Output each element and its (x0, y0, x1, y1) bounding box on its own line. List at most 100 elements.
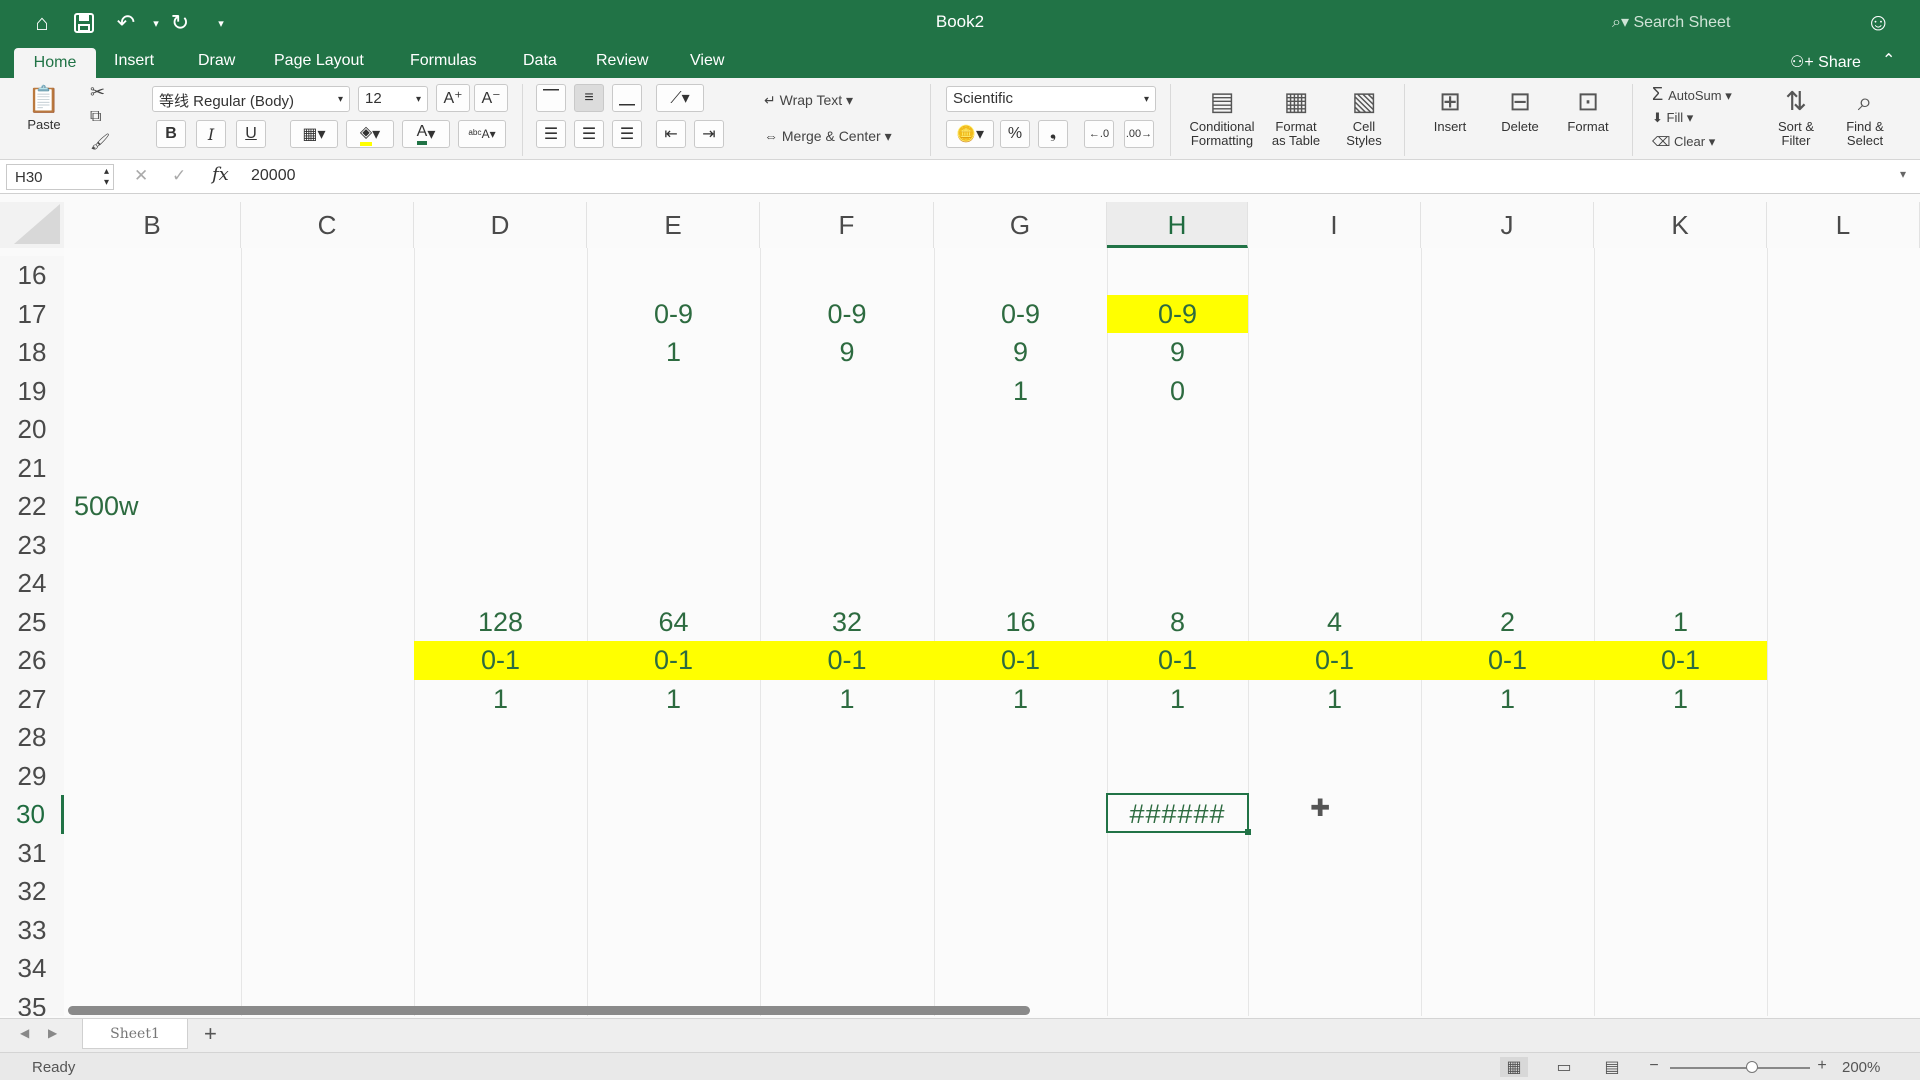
font-name-select[interactable]: 等线 Regular (Body) ▾ (152, 86, 350, 112)
cell-h27[interactable]: 1 (1107, 680, 1248, 719)
prev-sheet-icon[interactable]: ◀ (20, 1026, 29, 1040)
row-header[interactable]: 31 (0, 833, 64, 872)
cell-f17[interactable]: 0-9 (760, 295, 934, 334)
cell-e17[interactable]: 0-9 (587, 295, 760, 334)
expand-formula-bar-icon[interactable]: ▾ (1900, 167, 1906, 181)
format-as-table-button[interactable]: ▦ Format as Table (1264, 86, 1328, 148)
tab-formulas[interactable]: Formulas (410, 52, 477, 70)
format-painter-icon[interactable]: 🖌 (90, 132, 110, 152)
clear-button[interactable]: ⌫ Clear ▾ (1652, 134, 1715, 150)
cell-d25[interactable]: 128 (414, 603, 587, 642)
confirm-edit-icon[interactable]: ✓ (172, 166, 186, 186)
cell-g17[interactable]: 0-9 (934, 295, 1107, 334)
page-break-view-icon[interactable]: ▤ (1598, 1057, 1626, 1077)
cut-icon[interactable]: ✂ (90, 82, 105, 103)
column-header-k[interactable]: K (1594, 202, 1767, 248)
cell-g25[interactable]: 16 (934, 603, 1107, 642)
font-size-select[interactable]: 12 ▾ (358, 86, 428, 112)
fill-button[interactable]: ⬇ Fill ▾ (1652, 110, 1693, 126)
merge-center-button[interactable]: ⇔ Merge & Center ▾ (764, 128, 892, 145)
row-header[interactable]: 29 (0, 756, 64, 795)
collapse-ribbon-icon[interactable]: ⌃ (1882, 50, 1895, 70)
cell-i27[interactable]: 1 (1248, 680, 1421, 719)
tab-insert[interactable]: Insert (114, 52, 154, 70)
accounting-format-icon[interactable]: 🪙▾ (946, 120, 994, 148)
cell-i26[interactable]: 0-1 (1248, 641, 1421, 680)
align-center-icon[interactable]: ☰ (574, 120, 604, 148)
row-header[interactable]: 19 (0, 371, 64, 410)
column-header-b[interactable]: B (64, 202, 241, 248)
align-right-icon[interactable]: ☰ (612, 120, 642, 148)
column-header-e[interactable]: E (587, 202, 760, 248)
cell-k27[interactable]: 1 (1594, 680, 1767, 719)
decrease-decimal-icon[interactable]: .00→ (1124, 120, 1154, 148)
page-layout-view-icon[interactable]: ▭ (1550, 1057, 1578, 1077)
cell-b22[interactable]: 500w (64, 487, 241, 526)
decrease-indent-icon[interactable]: ⇤ (656, 120, 686, 148)
cell-e26[interactable]: 0-1 (587, 641, 760, 680)
sort-filter-button[interactable]: ⇅ Sort & Filter (1766, 86, 1826, 148)
row-header[interactable]: 17 (0, 294, 64, 333)
cell-g18[interactable]: 9 (934, 333, 1107, 372)
cell-h19[interactable]: 0 (1107, 372, 1248, 411)
number-format-select[interactable]: Scientific ▾ (946, 86, 1156, 112)
row-header[interactable]: 22 (0, 487, 64, 526)
cancel-edit-icon[interactable]: ✕ (134, 166, 148, 186)
zoom-level[interactable]: 200% (1842, 1059, 1880, 1076)
cell-h18[interactable]: 9 (1107, 333, 1248, 372)
row-header[interactable]: 20 (0, 410, 64, 449)
insert-cells-button[interactable]: ⊞ Insert (1416, 86, 1484, 134)
cell-j25[interactable]: 2 (1421, 603, 1594, 642)
cell-f27[interactable]: 1 (760, 680, 934, 719)
cell-f26[interactable]: 0-1 (760, 641, 934, 680)
paste-button[interactable]: 📋 Paste (16, 84, 72, 132)
cell-k25[interactable]: 1 (1594, 603, 1767, 642)
column-header-h[interactable]: H (1107, 202, 1248, 248)
cell-f25[interactable]: 32 (760, 603, 934, 642)
cell-k26[interactable]: 0-1 (1594, 641, 1767, 680)
cell-h17[interactable]: 0-9 (1107, 294, 1248, 333)
tab-data[interactable]: Data (523, 52, 557, 70)
cell-h26[interactable]: 0-1 (1107, 641, 1248, 680)
decrease-font-icon[interactable]: A⁻ (474, 84, 508, 112)
autosum-button[interactable]: Σ AutoSum ▾ (1652, 84, 1732, 105)
align-middle-icon[interactable]: ≡ (574, 84, 604, 112)
share-button[interactable]: ⚇+ Share (1790, 52, 1861, 72)
conditional-formatting-button[interactable]: ▤ Conditional Formatting (1180, 86, 1264, 148)
row-header[interactable]: 24 (0, 564, 64, 603)
increase-decimal-icon[interactable]: ←.0 (1084, 120, 1114, 148)
sheet-tab[interactable]: Sheet1 (82, 1019, 188, 1049)
row-header[interactable]: 27 (0, 679, 64, 718)
align-top-icon[interactable]: ⎺ (536, 84, 566, 112)
row-header[interactable]: 23 (0, 525, 64, 564)
borders-icon[interactable]: ▦▾ (290, 120, 338, 148)
tab-draw[interactable]: Draw (198, 52, 235, 70)
normal-view-icon[interactable]: ▦ (1500, 1057, 1528, 1077)
format-cells-button[interactable]: ⊡ Format (1554, 86, 1622, 134)
horizontal-scrollbar[interactable] (68, 1006, 1030, 1015)
zoom-in-icon[interactable]: + (1808, 1057, 1836, 1077)
column-header-g[interactable]: G (934, 202, 1107, 248)
find-select-button[interactable]: ⌕ Find & Select (1834, 86, 1896, 148)
cell-e27[interactable]: 1 (587, 680, 760, 719)
insert-function-button[interactable]: fx (212, 164, 229, 185)
cell-d26[interactable]: 0-1 (414, 641, 587, 680)
column-header-d[interactable]: D (414, 202, 587, 248)
row-header[interactable]: 30 (0, 795, 64, 834)
percent-style-button[interactable]: % (1000, 120, 1030, 148)
bold-button[interactable]: B (156, 120, 186, 148)
row-header[interactable]: 21 (0, 448, 64, 487)
name-box[interactable]: H30 ▴ ▾ (6, 164, 114, 190)
increase-indent-icon[interactable]: ⇥ (694, 120, 724, 148)
row-header[interactable]: 26 (0, 641, 64, 680)
cell-g27[interactable]: 1 (934, 680, 1107, 719)
row-header[interactable]: 16 (0, 256, 64, 295)
search-sheet[interactable]: ⌕▾ Search Sheet (1612, 12, 1730, 32)
increase-font-icon[interactable]: A⁺ (436, 84, 470, 112)
copy-icon[interactable]: ⧉ (90, 108, 101, 126)
row-header[interactable]: 18 (0, 333, 64, 372)
cell-e25[interactable]: 64 (587, 603, 760, 642)
tab-home[interactable]: Home (14, 48, 96, 78)
row-header[interactable]: 35 (0, 987, 64, 1016)
zoom-out-icon[interactable]: − (1640, 1057, 1668, 1077)
